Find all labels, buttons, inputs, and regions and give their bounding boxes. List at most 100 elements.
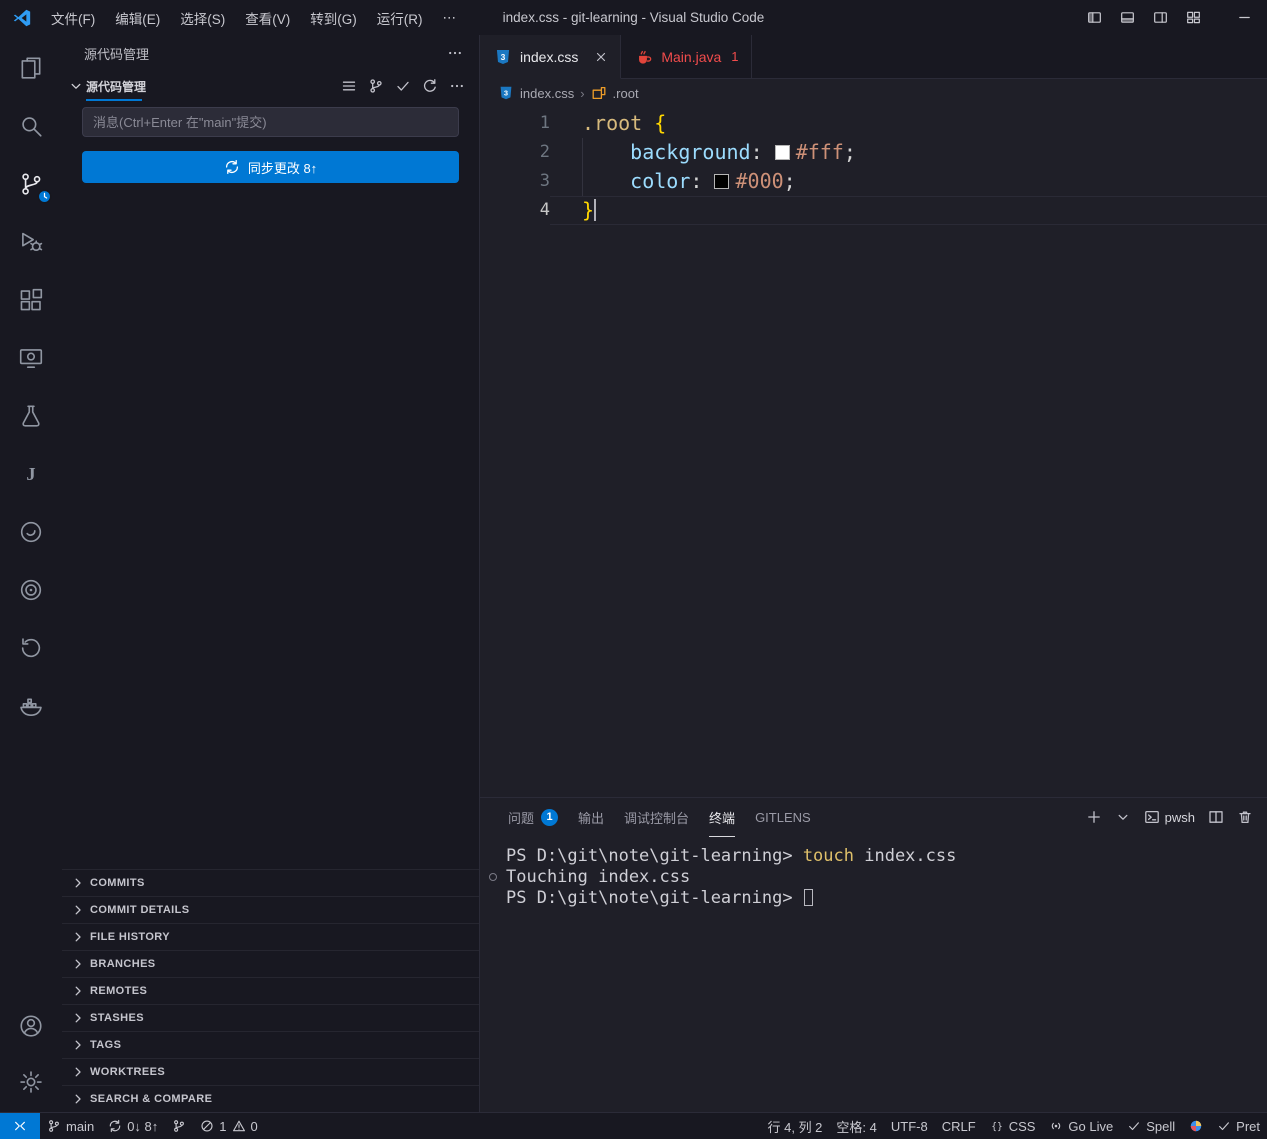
status-remote[interactable] <box>0 1113 40 1139</box>
section-branches[interactable]: BRANCHES <box>62 950 479 977</box>
panel: 问题1输出调试控制台终端 GITLENS pwsh PS D:\git\note\… <box>480 797 1267 1112</box>
section-stashes[interactable]: STASHES <box>62 1004 479 1031</box>
activity-item-gradle[interactable] <box>0 503 62 561</box>
activity-item-search[interactable] <box>0 97 62 155</box>
line-content: .root { <box>550 109 1267 138</box>
files-icon <box>18 55 44 81</box>
menu-selection[interactable]: 选择(S) <box>171 5 234 31</box>
commit-graph-button[interactable] <box>368 78 384 94</box>
scm-section-header[interactable]: 源代码管理 <box>62 71 479 101</box>
status-problems[interactable]: 10 <box>193 1113 264 1139</box>
panel-action-new-terminal[interactable] <box>1086 809 1102 825</box>
status-spell[interactable]: Spell <box>1120 1113 1182 1139</box>
status-encoding-label: UTF-8 <box>891 1119 928 1134</box>
section-worktrees[interactable]: WORKTREES <box>62 1058 479 1085</box>
warning-icon <box>232 1119 246 1133</box>
menu-file[interactable]: 文件(F) <box>42 5 104 31</box>
activity-item-manage[interactable] <box>0 1054 62 1110</box>
graph-icon <box>172 1119 186 1133</box>
activity-item-run-and-debug[interactable] <box>0 213 62 271</box>
status-encoding[interactable]: UTF-8 <box>884 1113 935 1139</box>
gear-icon <box>18 1069 44 1095</box>
tab-main-java[interactable]: Main.java1 <box>621 35 751 79</box>
activity-item-accounts[interactable] <box>0 998 62 1054</box>
status-cursor-position[interactable]: 行 4, 列 2 <box>761 1113 830 1139</box>
panel-tab-gitlens[interactable]: GITLENS <box>745 798 821 836</box>
status-eol[interactable]: CRLF <box>935 1113 983 1139</box>
panel-action-terminal-profile[interactable]: pwsh <box>1144 809 1195 825</box>
toggle-secondary-sidebar-button[interactable] <box>1144 0 1177 35</box>
menu-more[interactable]: ⋯ <box>434 7 466 29</box>
code-token: : <box>751 140 775 164</box>
refresh-button[interactable] <box>422 78 438 94</box>
chevron-right-icon <box>70 983 86 999</box>
menu-go[interactable]: 转到(G) <box>301 5 366 31</box>
view-and-sort-button[interactable] <box>341 78 357 94</box>
scm-collapse-chevron-icon[interactable] <box>68 78 84 94</box>
section-remotes[interactable]: REMOTES <box>62 977 479 1004</box>
activity-item-docker[interactable] <box>0 677 62 735</box>
sync-changes-button[interactable]: 同步更改 8↑ <box>82 151 459 183</box>
panel-tab-output[interactable]: 输出 <box>568 798 614 836</box>
status-language-mode[interactable]: {}CSS <box>983 1113 1043 1139</box>
breadcrumb: 3 index.css › .root <box>480 79 1267 107</box>
status-prettier[interactable]: Pret <box>1210 1113 1267 1139</box>
toggle-primary-sidebar-button[interactable] <box>1078 0 1111 35</box>
menu-view[interactable]: 查看(V) <box>236 5 299 31</box>
breadcrumb-symbol[interactable]: .root <box>613 86 639 101</box>
section-search-compare[interactable]: SEARCH & COMPARE <box>62 1085 479 1112</box>
close-tab-icon[interactable] <box>594 50 608 64</box>
panel-tab-label: 终端 <box>709 798 735 837</box>
color-swatch[interactable] <box>775 145 790 160</box>
terminal-text: index.css <box>854 846 956 866</box>
chevron-right-icon <box>70 902 86 918</box>
activity-item-java-projects[interactable]: J <box>0 445 62 503</box>
panel-tab-problems[interactable]: 问题1 <box>498 798 568 836</box>
scm-pending-badge <box>37 189 52 204</box>
section-commit-details[interactable]: COMMIT DETAILS <box>62 896 479 923</box>
panel-action-kill-terminal[interactable] <box>1237 809 1253 825</box>
commit-button[interactable] <box>395 78 411 94</box>
section-label: REMOTES <box>90 985 147 997</box>
status-branch[interactable]: main <box>40 1113 101 1139</box>
menu-run[interactable]: 运行(R) <box>368 5 432 31</box>
section-label: BRANCHES <box>90 958 156 970</box>
tab-index-css[interactable]: 3index.css <box>480 35 621 79</box>
activity-item-gitlens-inspect[interactable] <box>0 619 62 677</box>
breadcrumb-file[interactable]: index.css <box>520 86 574 101</box>
status-sync-changes[interactable]: 0↓ 8↑ <box>101 1113 165 1139</box>
activity-item-gitlens[interactable] <box>0 561 62 619</box>
section-tags[interactable]: TAGS <box>62 1031 479 1058</box>
editor[interactable]: 1.root {2 background: #fff;3 color: #000… <box>480 107 1267 797</box>
svg-text:{}: {} <box>991 1121 1003 1132</box>
activity-item-explorer[interactable] <box>0 39 62 97</box>
editor-cursor <box>594 199 596 221</box>
more-actions-button[interactable] <box>449 78 465 94</box>
panel-tab-debug-console[interactable]: 调试控制台 <box>614 798 699 836</box>
status-commit-graph[interactable] <box>165 1113 193 1139</box>
toggle-panel-button[interactable] <box>1111 0 1144 35</box>
terminal[interactable]: PS D:\git\note\git-learning> touch index… <box>480 836 1267 1112</box>
status-extension-status[interactable] <box>1182 1113 1210 1139</box>
commit-message-input[interactable] <box>82 107 459 137</box>
customize-layout-button[interactable] <box>1177 0 1210 35</box>
command-decoration-icon[interactable] <box>489 873 497 881</box>
status-indentation[interactable]: 空格: 4 <box>829 1113 883 1139</box>
status-go-live[interactable]: Go Live <box>1042 1113 1120 1139</box>
css-file-icon: 3 <box>494 48 512 66</box>
activity-item-extensions[interactable] <box>0 271 62 329</box>
menu-edit[interactable]: 编辑(E) <box>106 5 169 31</box>
minimize-button[interactable] <box>1228 0 1261 35</box>
activity-item-remote-explorer[interactable] <box>0 329 62 387</box>
section-commits[interactable]: COMMITS <box>62 869 479 896</box>
terminal-line: Touching index.css <box>506 867 1257 888</box>
panel-action-launch-profile[interactable] <box>1115 809 1131 825</box>
panel-tab-terminal[interactable]: 终端 <box>699 798 745 836</box>
section-file-history[interactable]: FILE HISTORY <box>62 923 479 950</box>
activity-item-testing[interactable] <box>0 387 62 445</box>
sidebar-more-icon[interactable] <box>447 45 463 61</box>
panel-action-split-terminal[interactable] <box>1208 809 1224 825</box>
activity-item-source-control[interactable] <box>0 155 62 213</box>
workbench: J 源代码管理 源代码管理 同步更改 8↑ COMMITSCOMMIT DETA… <box>0 35 1267 1112</box>
color-swatch[interactable] <box>714 174 729 189</box>
